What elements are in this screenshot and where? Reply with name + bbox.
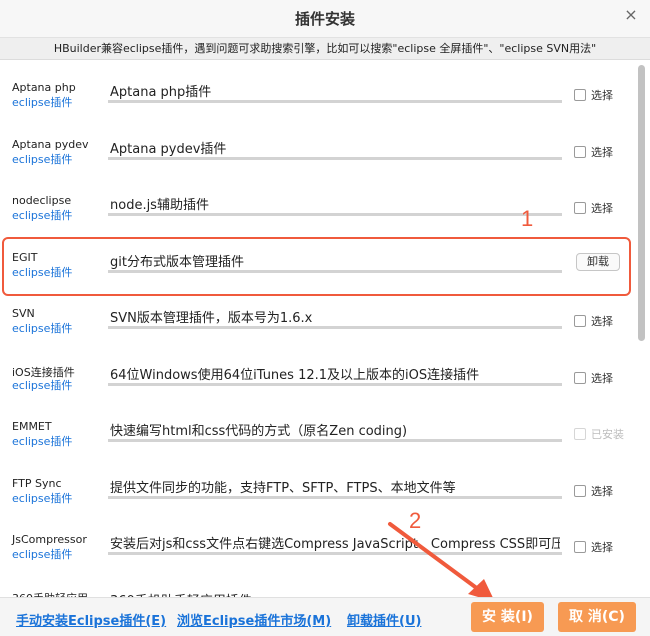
plugin-description: 360手机助手轻应用插件 xyxy=(110,590,560,598)
plugin-name: EGIT xyxy=(12,250,38,264)
progress-track xyxy=(108,213,562,216)
scrollbar[interactable] xyxy=(638,61,646,597)
plugin-name: nodeclipse xyxy=(12,194,72,207)
plugin-name: Aptana pydev xyxy=(12,137,89,151)
uninstall-button[interactable]: 卸载 xyxy=(576,252,620,271)
plugin-row: nodeclipse eclipse插件 node.js辅助插件 选择 xyxy=(0,174,650,231)
select-checkbox[interactable]: 选择 xyxy=(574,539,613,555)
plugin-row: iOS连接插件 eclipse插件 64位Windows使用64位iTunes 12… xyxy=(0,344,650,401)
browse-market-link[interactable]: 浏览Eclipse插件市场(M) xyxy=(177,610,331,629)
plugin-type-link[interactable]: eclipse插件 xyxy=(12,151,72,167)
checkbox-label: 选择 xyxy=(591,145,613,159)
checkbox-box[interactable] xyxy=(574,484,586,497)
checkbox-label: 选择 xyxy=(591,484,613,498)
checkbox-box[interactable] xyxy=(574,371,586,384)
plugin-type-link[interactable]: eclipse插件 xyxy=(12,207,72,223)
plugin-row: EMMET eclipse插件 快速编写html和css代码的方式（原名Zen co… xyxy=(0,400,650,457)
plugin-name: 360手助轻应用 xyxy=(12,590,88,598)
plugin-description: Aptana php插件 xyxy=(110,85,212,100)
select-checkbox[interactable]: 选择 xyxy=(574,144,613,160)
checkbox-label: 选择 xyxy=(591,315,613,328)
checkbox-box xyxy=(574,428,586,440)
progress-track xyxy=(108,552,562,555)
progress-track xyxy=(108,156,562,160)
progress-track xyxy=(108,382,562,386)
checkbox-label: 选择 xyxy=(591,202,613,215)
plugin-type-link[interactable]: eclipse插件 xyxy=(12,433,72,449)
checkbox-label: 已安装 xyxy=(591,428,624,441)
checkbox-box[interactable] xyxy=(574,145,586,158)
plugin-type-link[interactable]: eclipse插件 xyxy=(12,546,72,562)
checkbox-box[interactable] xyxy=(574,541,586,553)
select-checkbox[interactable]: 选择 xyxy=(574,483,613,499)
select-checkbox: 已安装 xyxy=(574,426,624,442)
plugin-row: 360手助轻应用 360手机助手轻应用插件 xyxy=(0,570,650,598)
plugin-description: Aptana pydev插件 xyxy=(110,141,227,157)
progress-track xyxy=(108,326,562,329)
plugin-name: SVN xyxy=(12,307,35,320)
annotation-one: 1 xyxy=(521,206,534,231)
plugin-install-dialog: 插件安装 × HBuilder兼容eclipse插件，遇到问题可求助搜索引擎，比… xyxy=(0,0,650,636)
dialog-title: 插件安装 xyxy=(294,10,355,28)
plugin-type-link[interactable]: eclipse插件 xyxy=(12,490,72,506)
plugin-type-link[interactable]: eclipse插件 xyxy=(12,94,72,110)
plugin-row: EGIT eclipse插件 git分布式版本管理插件 卸载 xyxy=(0,231,650,288)
plugin-row: SVN eclipse插件 SVN版本管理插件，版本号为1.6.x 选择 xyxy=(0,287,650,344)
checkbox-box[interactable] xyxy=(574,89,586,101)
plugin-name: FTP Sync xyxy=(12,476,62,490)
footer: 手动安装Eclipse插件(E) 浏览Eclipse插件市场(M) 卸载插件(U… xyxy=(0,597,650,636)
close-icon[interactable]: × xyxy=(622,6,640,24)
plugin-row: Aptana pydev eclipse插件 Aptana pydev插件 选择 xyxy=(0,118,650,175)
progress-track xyxy=(108,439,562,442)
select-checkbox[interactable]: 选择 xyxy=(574,313,613,329)
plugin-name: Aptana php xyxy=(12,81,76,94)
plugin-type-link[interactable]: eclipse插件 xyxy=(12,264,72,280)
plugin-name: EMMET xyxy=(12,420,52,433)
plugin-type-link[interactable]: eclipse插件 xyxy=(12,320,72,336)
checkbox-label: 选择 xyxy=(591,541,613,554)
checkbox-box[interactable] xyxy=(574,315,586,327)
plugin-list: Aptana php eclipse插件 Aptana php插件 选择 Aptana … xyxy=(0,61,650,597)
plugin-description: 64位Windows使用64位iTunes 12.1及以上版本的iOS连接插件 xyxy=(110,367,480,383)
plugin-description: 提供文件同步的功能，支持FTP、SFTP、FTPS、本地文件等 xyxy=(110,480,456,496)
plugin-row: FTP Sync eclipse插件 提供文件同步的功能，支持FTP、SFTP、FT… xyxy=(0,457,650,514)
select-checkbox[interactable]: 选择 xyxy=(574,370,613,386)
plugin-description: node.js辅助插件 xyxy=(110,198,209,213)
progress-track xyxy=(108,100,562,103)
plugin-row: Aptana php eclipse插件 Aptana php插件 选择 xyxy=(0,61,650,118)
plugin-description: 安装后对js和css文件点右键选Compress JavaScript、Comp… xyxy=(110,537,560,552)
checkbox-label: 选择 xyxy=(591,371,613,385)
plugin-description: SVN版本管理插件，版本号为1.6.x xyxy=(110,311,313,326)
cancel-button[interactable]: 取 消(C) xyxy=(558,602,636,632)
progress-track xyxy=(108,495,562,499)
annotation-two: 2 xyxy=(409,508,422,533)
plugin-name: JsCompressor xyxy=(12,533,87,546)
scrollbar-thumb[interactable] xyxy=(638,65,645,341)
uninstall-plugin-link[interactable]: 卸载插件(U) xyxy=(347,610,421,629)
progress-track xyxy=(108,269,562,273)
checkbox-label: 选择 xyxy=(591,89,613,102)
select-checkbox[interactable]: 选择 xyxy=(574,200,613,216)
plugin-description: 快速编写html和css代码的方式（原名Zen coding) xyxy=(110,424,408,439)
notice-text: HBuilder兼容eclipse插件，遇到问题可求助搜索引擎，比如可以搜索"e… xyxy=(0,38,650,60)
title-bar: 插件安装 × xyxy=(0,0,650,38)
select-checkbox[interactable]: 选择 xyxy=(574,87,613,103)
install-button[interactable]: 安 装(I) xyxy=(471,602,544,632)
plugin-description: git分布式版本管理插件 xyxy=(110,254,244,270)
checkbox-box[interactable] xyxy=(574,202,586,214)
plugin-type-link[interactable]: eclipse插件 xyxy=(12,377,72,393)
plugin-row: JsCompressor eclipse插件 安装后对js和css文件点右键选Com… xyxy=(0,513,650,570)
manual-install-link[interactable]: 手动安装Eclipse插件(E) xyxy=(16,610,166,629)
